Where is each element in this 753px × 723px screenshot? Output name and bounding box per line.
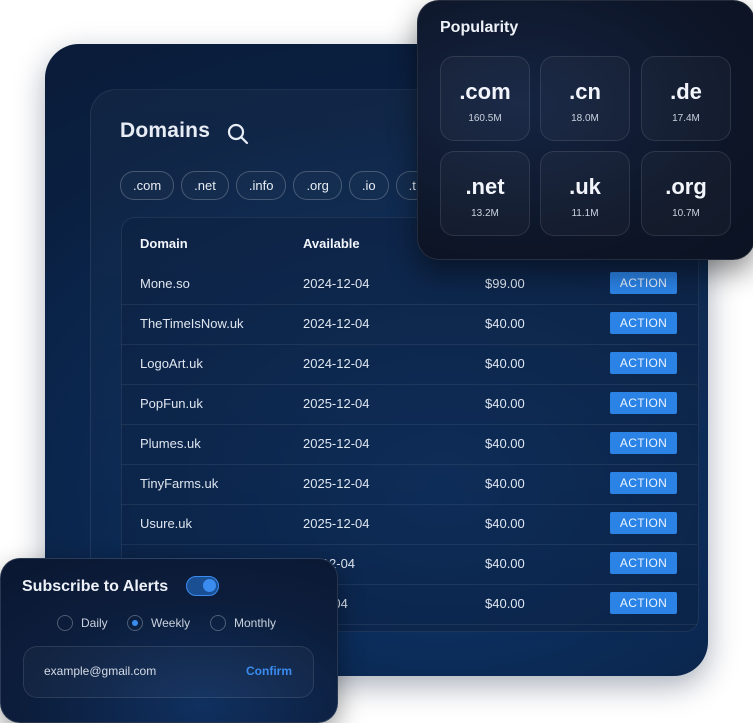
tile-tld: .de: [670, 79, 702, 104]
tile-count: 18.0M: [571, 113, 599, 124]
cell-price: $40.00: [485, 516, 525, 531]
popularity-tile[interactable]: .de 17.4M: [641, 56, 731, 141]
radio-weekly[interactable]: Weekly: [127, 615, 190, 631]
popularity-tile[interactable]: .org 10.7M: [641, 151, 731, 236]
popularity-tile[interactable]: .uk 11.1M: [540, 151, 630, 236]
cell-available: 2024-12-04: [303, 276, 370, 291]
cell-available: 2025-12-04: [303, 476, 370, 491]
confirm-button[interactable]: Confirm: [246, 664, 292, 678]
cell-available: 2024-12-04: [303, 316, 370, 331]
radio-label-daily: Daily: [81, 616, 108, 630]
cell-domain: Plumes.uk: [140, 436, 201, 451]
popularity-tile[interactable]: .cn 18.0M: [540, 56, 630, 141]
cell-price: $40.00: [485, 316, 525, 331]
subscribe-title: Subscribe to Alerts: [22, 578, 169, 595]
table-row: Plumes.uk 2025-12-04 $40.00 ACTION: [121, 424, 697, 465]
toggle-knob: [203, 579, 216, 592]
chip-org[interactable]: .org: [293, 171, 342, 200]
cell-available: 2024-12-04: [303, 356, 370, 371]
action-button[interactable]: ACTION: [610, 312, 677, 334]
table-row: PopFun.uk 2025-12-04 $40.00 ACTION: [121, 384, 697, 425]
cell-domain: TheTimeIsNow.uk: [140, 316, 244, 331]
radio-circle-daily[interactable]: [57, 615, 73, 631]
table-row: TinyFarms.uk 2025-12-04 $40.00 ACTION: [121, 464, 697, 505]
radio-circle-monthly[interactable]: [210, 615, 226, 631]
tile-tld: .uk: [569, 174, 601, 199]
table-row: LogoArt.uk 2024-12-04 $40.00 ACTION: [121, 344, 697, 385]
popularity-tile[interactable]: .com 160.5M: [440, 56, 530, 141]
radio-daily[interactable]: Daily: [57, 615, 108, 631]
tile-count: 17.4M: [672, 113, 700, 124]
cell-price: $40.00: [485, 596, 525, 611]
table-row: TheTimeIsNow.uk 2024-12-04 $40.00 ACTION: [121, 304, 697, 345]
header-domain: Domain: [140, 236, 188, 251]
cell-available: 2025-12-04: [303, 516, 370, 531]
cell-available: 2025-12-04: [303, 396, 370, 411]
tile-count: 13.2M: [471, 208, 499, 219]
action-button[interactable]: ACTION: [610, 472, 677, 494]
alerts-toggle[interactable]: [186, 576, 219, 596]
action-button[interactable]: ACTION: [610, 352, 677, 374]
tile-tld: .com: [459, 79, 511, 104]
tile-count: 11.1M: [571, 208, 599, 219]
popularity-tile[interactable]: .net 13.2M: [440, 151, 530, 236]
action-button[interactable]: ACTION: [610, 552, 677, 574]
cell-domain: LogoArt.uk: [140, 356, 203, 371]
action-button[interactable]: ACTION: [610, 432, 677, 454]
cell-price: $40.00: [485, 396, 525, 411]
tile-tld: .org: [665, 174, 707, 199]
cell-domain: Usure.uk: [140, 516, 193, 531]
chip-io[interactable]: .io: [348, 171, 389, 200]
cell-price: $40.00: [485, 556, 525, 571]
action-button[interactable]: ACTION: [610, 592, 677, 614]
radio-circle-weekly[interactable]: [127, 615, 143, 631]
header-available: Available: [303, 236, 360, 251]
tld-filter-chips: .com .net .info .org .io .t: [120, 171, 429, 200]
radio-monthly[interactable]: Monthly: [210, 615, 276, 631]
cell-price: $40.00: [485, 436, 525, 451]
radio-label-weekly: Weekly: [151, 616, 191, 630]
action-button[interactable]: ACTION: [610, 392, 677, 414]
cell-price: $40.00: [485, 476, 525, 491]
tile-count: 160.5M: [468, 113, 502, 124]
cell-domain: Mone.so: [140, 276, 190, 291]
search-icon[interactable]: [226, 122, 250, 146]
cell-price: $40.00: [485, 356, 525, 371]
chip-net[interactable]: .net: [181, 171, 229, 200]
chip-info[interactable]: .info: [235, 171, 287, 200]
cell-domain: TinyFarms.uk: [140, 476, 219, 491]
chip-com[interactable]: .com: [120, 171, 175, 200]
radio-label-monthly: Monthly: [234, 616, 277, 630]
action-button[interactable]: ACTION: [610, 512, 677, 534]
action-button[interactable]: ACTION: [610, 272, 677, 294]
cell-available: 2025-12-04: [303, 436, 370, 451]
cell-price: $99.00: [485, 276, 525, 291]
tile-tld: .net: [465, 174, 505, 199]
cell-domain: PopFun.uk: [140, 396, 203, 411]
table-row: Usure.uk 2025-12-04 $40.00 ACTION: [121, 504, 697, 545]
domains-title: Domains: [120, 119, 211, 142]
popularity-title: Popularity: [440, 19, 519, 36]
tile-count: 10.7M: [672, 208, 700, 219]
email-value[interactable]: example@gmail.com: [44, 664, 156, 678]
table-row: Mone.so 2024-12-04 $99.00 ACTION: [121, 264, 697, 305]
tile-tld: .cn: [569, 79, 601, 104]
